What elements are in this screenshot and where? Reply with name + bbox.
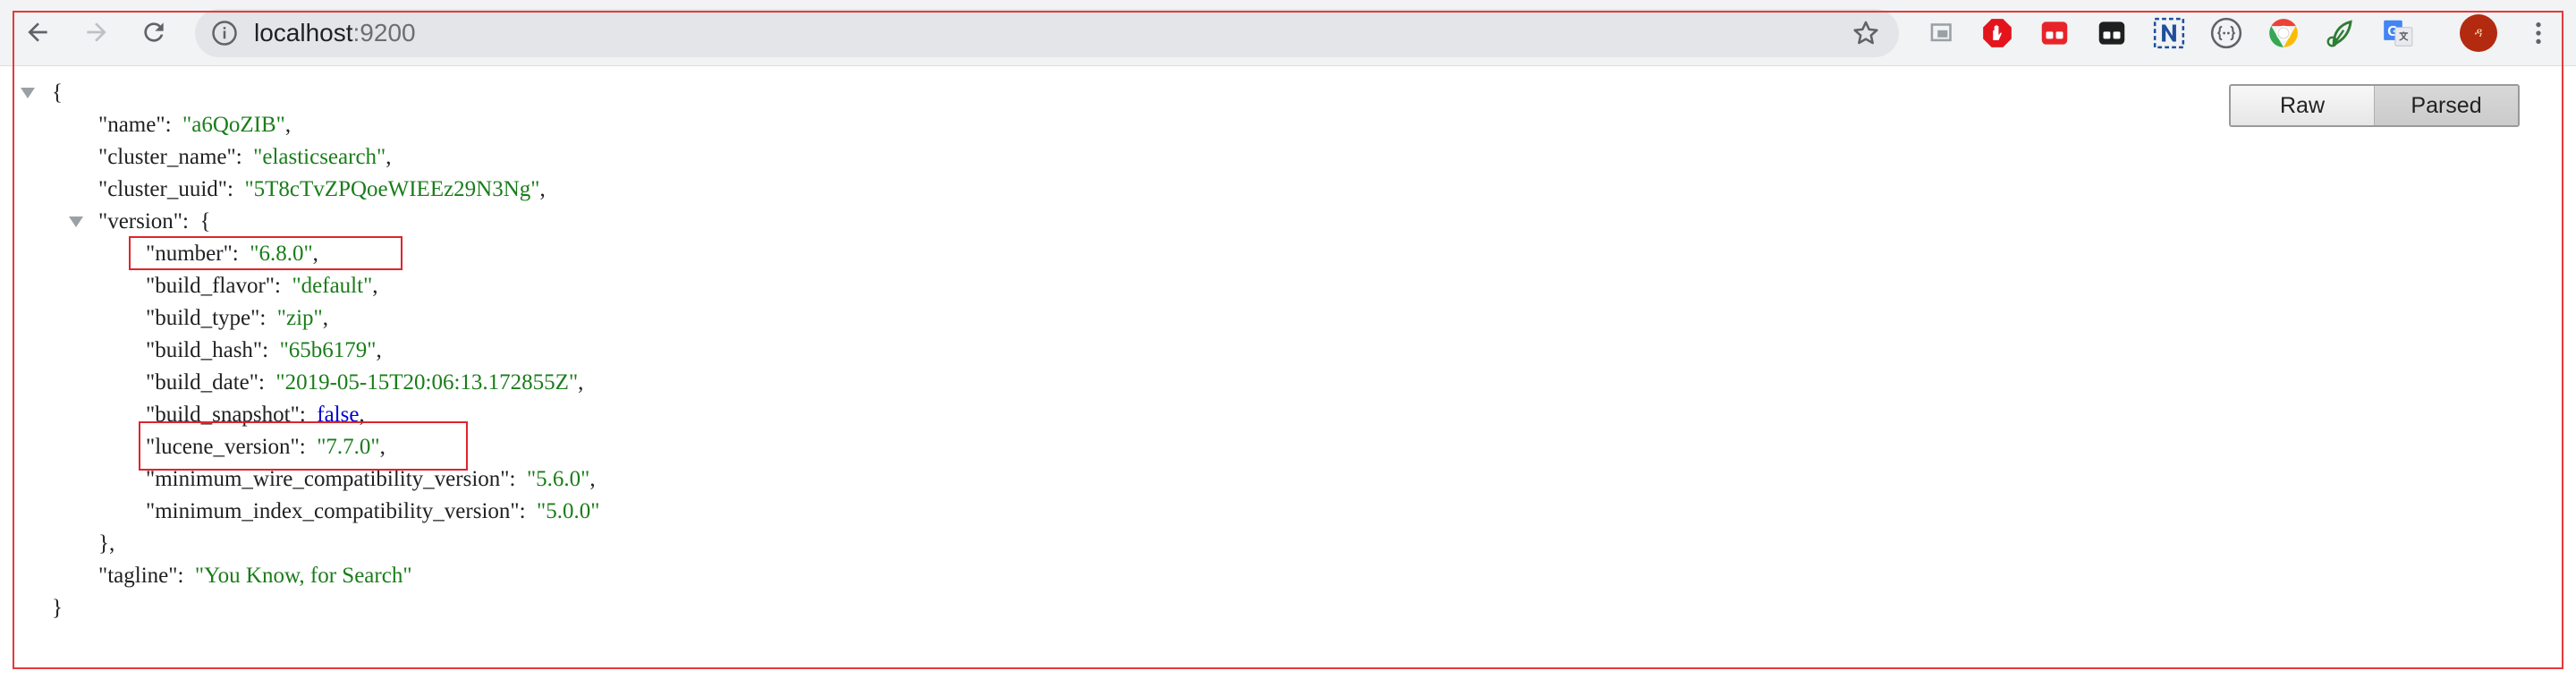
address-bar[interactable]: localhost:9200	[195, 9, 1899, 57]
json-extension-icon	[2210, 17, 2242, 49]
url-text: localhost:9200	[254, 9, 416, 57]
json-root-open: {	[52, 81, 63, 105]
back-button[interactable]	[18, 13, 57, 52]
three-dot-menu-icon	[2536, 22, 2541, 44]
adblock-extension-button[interactable]	[1980, 16, 2014, 50]
json-line-name: "name": "a6QoZIB",	[98, 113, 292, 137]
profile-avatar[interactable]: ዳ	[2460, 14, 2497, 52]
json-line-cluster-uuid: "cluster_uuid": "5T8cTvZPQoeWIEEz29N3Ng"…	[98, 177, 546, 201]
json-line-version: "version": {	[98, 209, 211, 233]
parsed-button[interactable]: Parsed	[2374, 86, 2518, 125]
leaf-extension-icon	[2326, 20, 2352, 47]
json-root-close: }	[52, 596, 63, 620]
back-arrow-icon	[28, 22, 47, 42]
red-extension-button[interactable]	[2038, 16, 2072, 50]
info-icon[interactable]	[211, 20, 238, 47]
red-extension-icon	[2041, 21, 2068, 45]
browser-menu-button[interactable]	[2521, 14, 2556, 52]
n-extension-icon	[2153, 17, 2185, 49]
dark-extension-icon	[2098, 21, 2125, 45]
json-line-cluster-name: "cluster_name": "elasticsearch",	[98, 145, 392, 169]
forward-arrow-icon	[87, 22, 106, 42]
json-line-build-date: "build_date": "2019-05-15T20:06:13.17285…	[146, 370, 584, 395]
translate-extension-button[interactable]: G	[2381, 16, 2415, 50]
star-icon[interactable]	[1851, 18, 1881, 48]
json-line-build-type: "build_type": "zip",	[146, 306, 328, 330]
leaf-extension-button[interactable]	[2324, 16, 2358, 50]
highlight-box-number	[129, 236, 402, 270]
forward-button[interactable]	[77, 13, 116, 52]
json-extension-button[interactable]	[2209, 16, 2243, 50]
n-extension-button[interactable]	[2152, 16, 2186, 50]
reload-icon	[144, 22, 164, 42]
json-version-close: },	[98, 531, 115, 556]
translate-icon: G	[2384, 20, 2413, 47]
json-line-min-index: "minimum_index_compatibility_version": "…	[146, 499, 600, 523]
avatar-text: ዳ	[2474, 26, 2483, 40]
adblock-icon	[1983, 19, 2012, 47]
dark-extension-button[interactable]	[2095, 16, 2129, 50]
cast-icon	[1930, 23, 1952, 42]
collapse-version-toggle-icon[interactable]	[69, 216, 83, 227]
raw-button[interactable]: Raw	[2231, 86, 2374, 125]
json-viewer-page: { "name": "a6QoZIB", "cluster_name": "el…	[0, 66, 2576, 679]
cast-extension-button[interactable]	[1925, 16, 1959, 50]
browser-toolbar: localhost:9200 G ዳ	[0, 0, 2576, 66]
view-mode-toggle: Raw Parsed	[2229, 84, 2520, 127]
json-line-tagline: "tagline": "You Know, for Search"	[98, 564, 412, 588]
chrome-color-icon	[2269, 19, 2298, 47]
json-line-build-hash: "build_hash": "65b6179",	[146, 338, 382, 362]
url-port: :9200	[352, 19, 416, 47]
reload-button[interactable]	[134, 13, 174, 52]
json-line-build-flavor: "build_flavor": "default",	[146, 274, 378, 298]
highlight-box-lucene-version	[139, 421, 468, 471]
chrome-color-extension-button[interactable]	[2267, 16, 2301, 50]
url-host: localhost	[254, 19, 353, 47]
collapse-root-toggle-icon[interactable]	[21, 88, 35, 98]
